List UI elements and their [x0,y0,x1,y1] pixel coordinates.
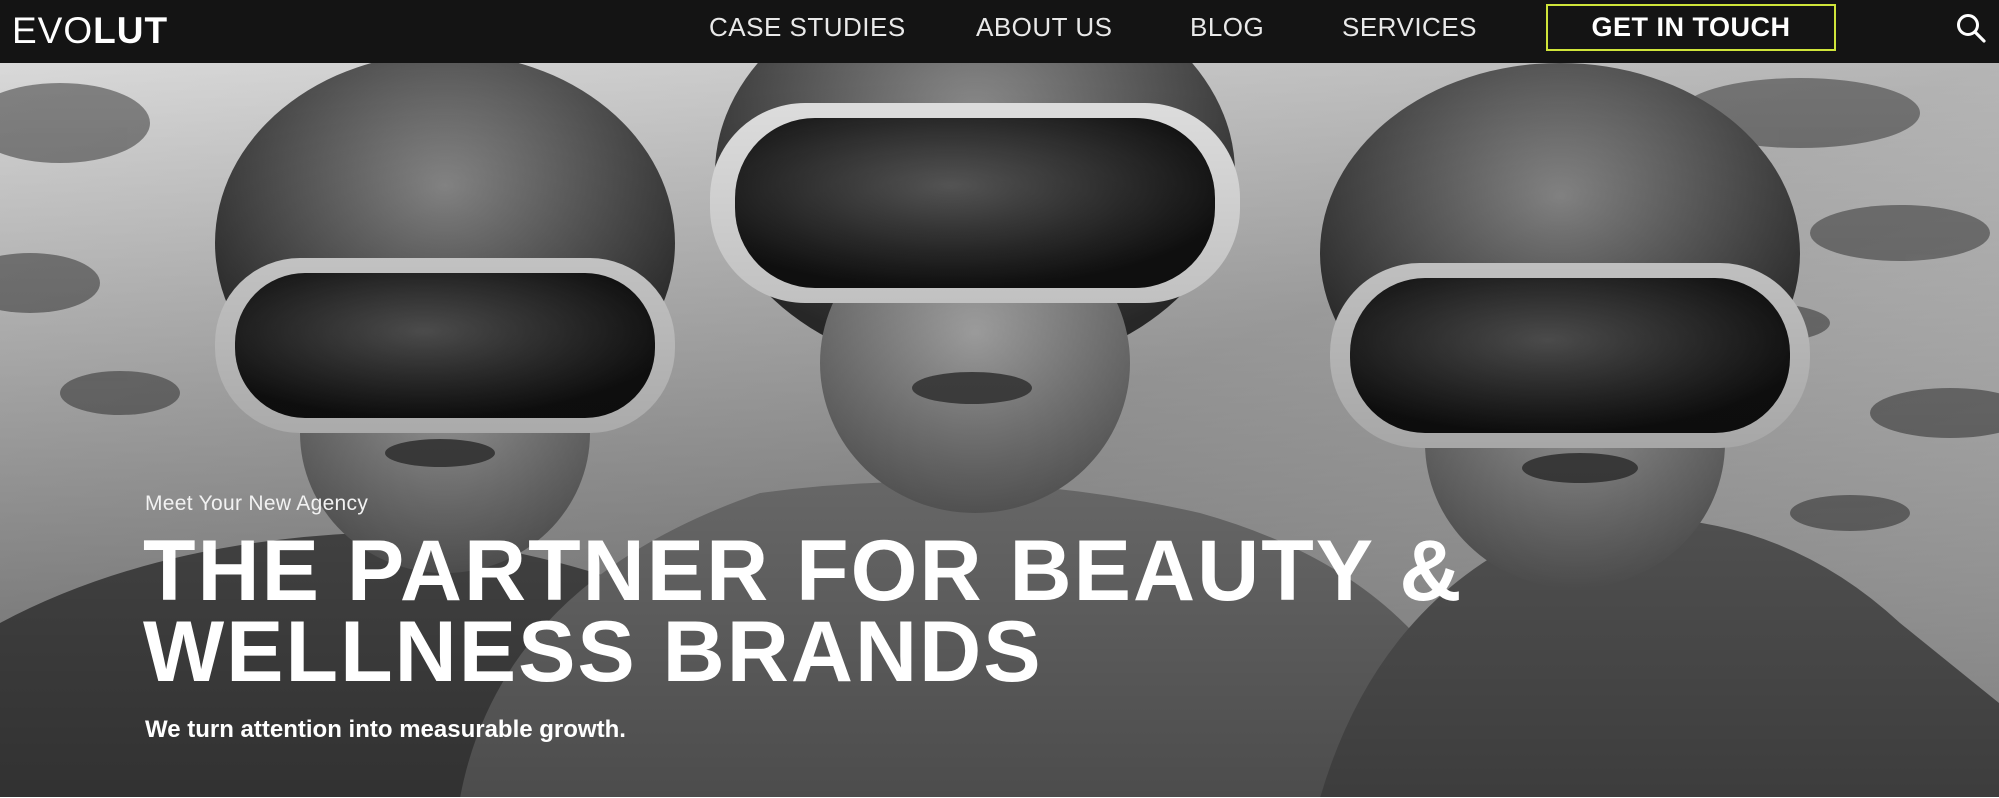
get-in-touch-button[interactable]: GET IN TOUCH [1546,4,1836,51]
search-icon [1957,14,1986,43]
logo-thin-text: EVO [12,10,94,51]
logo-bold-text: LUT [93,10,169,51]
hero-headline-line-2: WELLNESS BRANDS [143,604,1043,700]
top-navigation: EVOLUT CASE STUDIES ABOUT US BLOG SERVIC… [0,0,1999,63]
hero-headline: THE PARTNER FOR BEAUTY & WELLNESS BRANDS [143,528,1763,695]
hero-eyebrow: Meet Your New Agency [145,492,369,515]
nav-link-blog[interactable]: BLOG [1190,0,1264,54]
search-button[interactable] [1955,12,1987,44]
nav-link-case-studies[interactable]: CASE STUDIES [709,0,906,54]
hero-tagline: We turn attention into measurable growth… [145,716,626,743]
nav-link-services[interactable]: SERVICES [1342,0,1477,54]
brand-logo[interactable]: EVOLUT [12,4,168,58]
nav-link-about-us[interactable]: ABOUT US [976,0,1112,54]
hero-section: Meet Your New Agency THE PARTNER FOR BEA… [0,63,1999,798]
